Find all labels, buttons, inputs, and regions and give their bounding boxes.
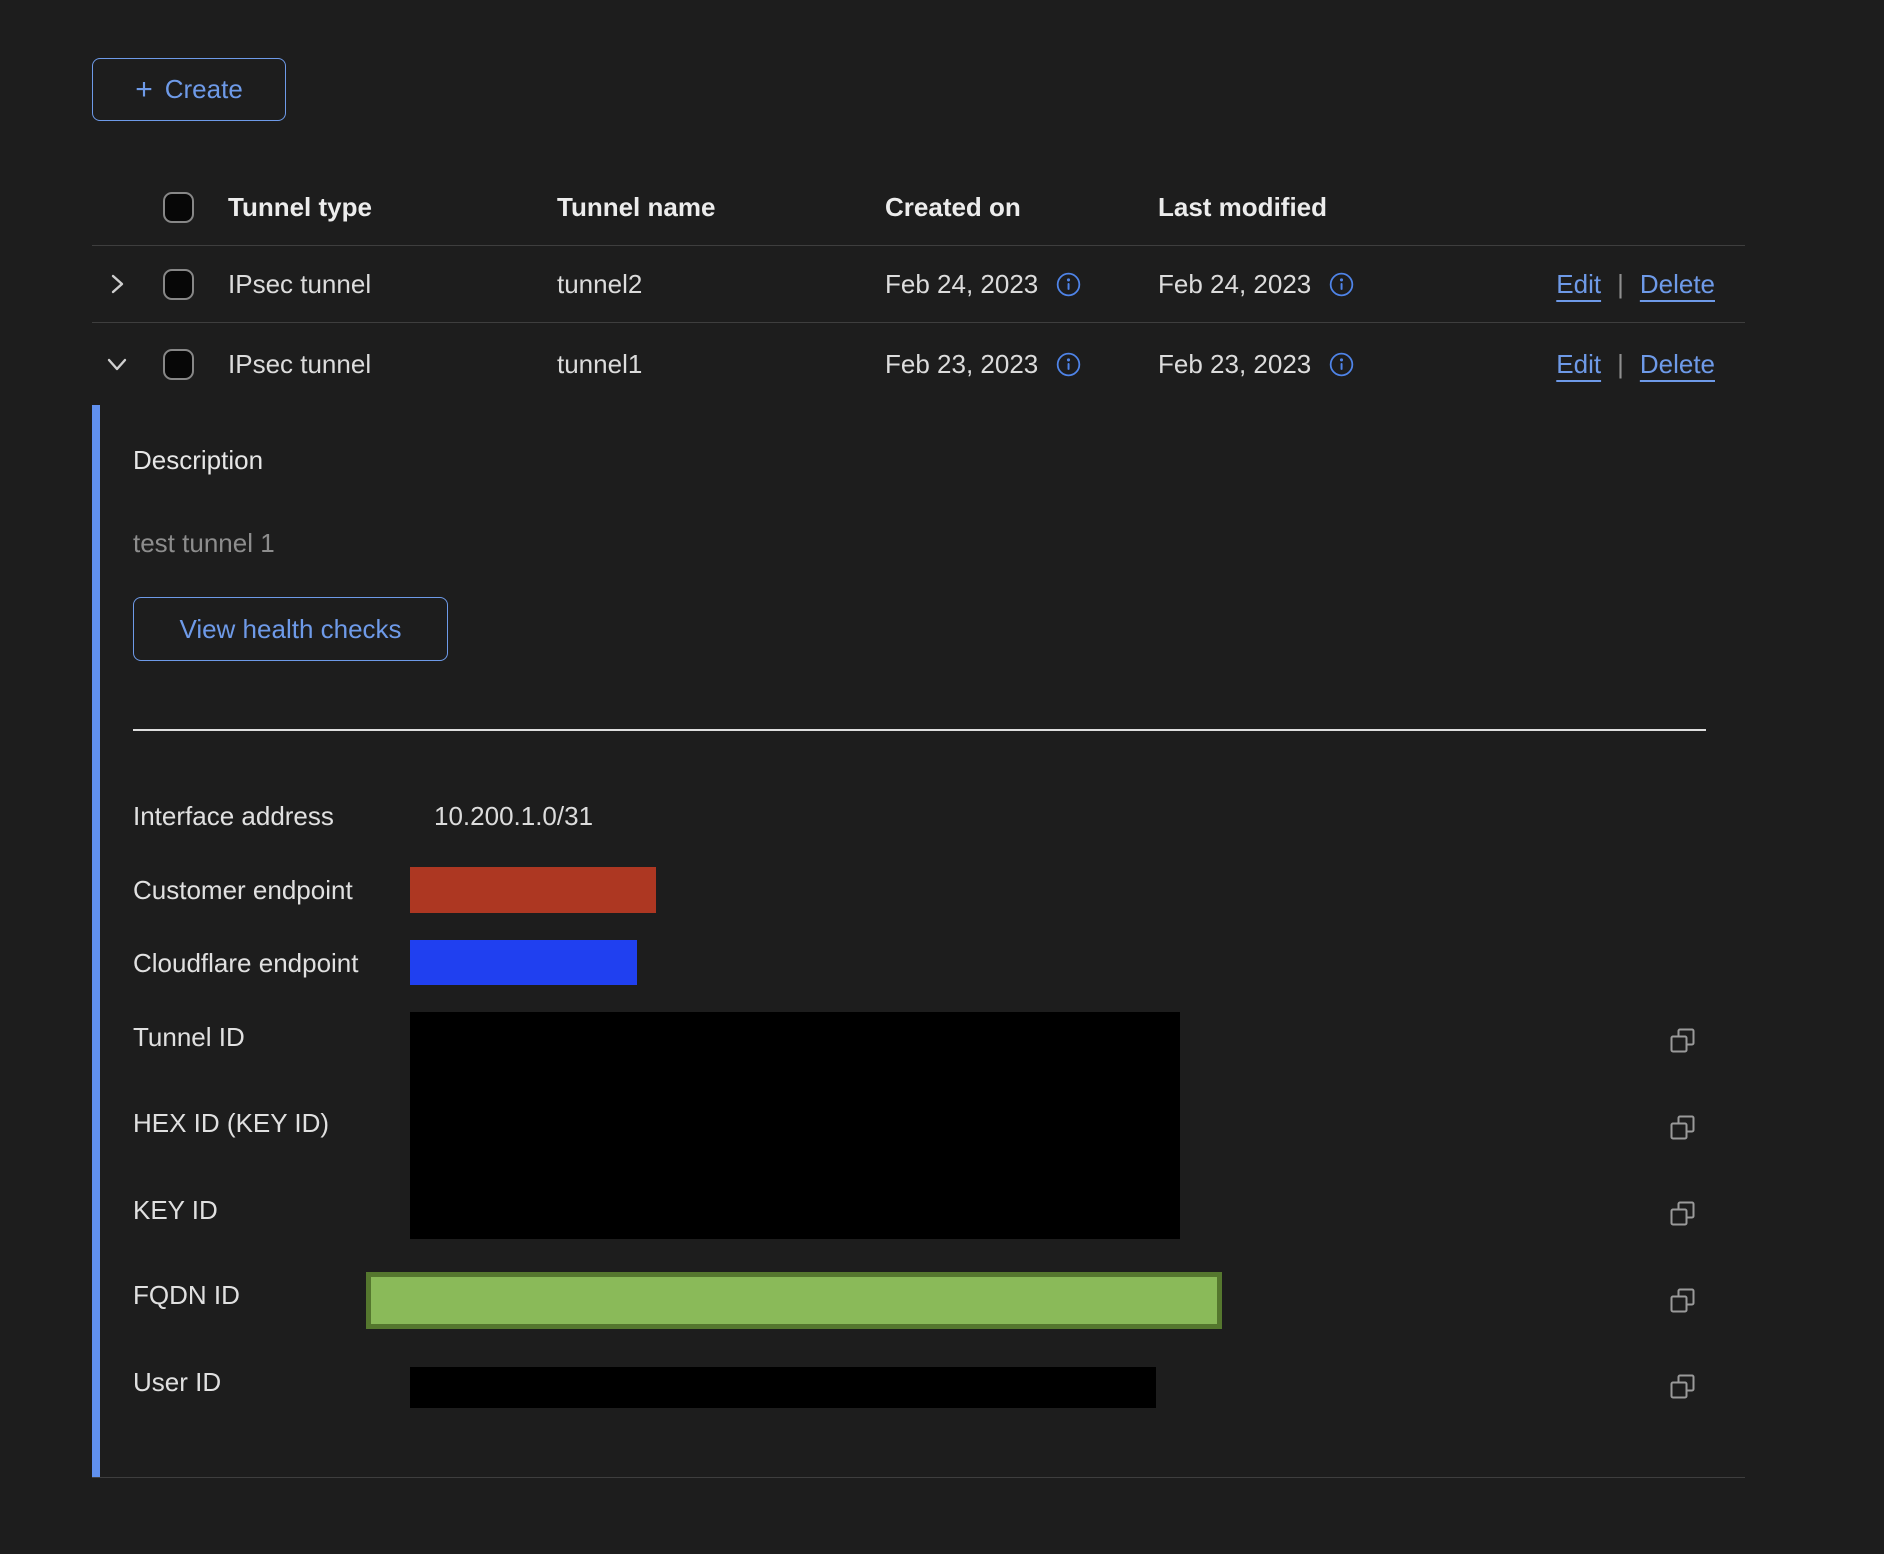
row1-modified-cell: Feb 24, 2023 [1158,269,1473,300]
tunnels-table: Tunnel type Tunnel name Created on Last … [92,170,1745,405]
info-icon[interactable] [1329,352,1354,377]
row2-modified-cell: Feb 23, 2023 [1158,349,1473,380]
table-row: IPsec tunnel tunnel2 Feb 24, 2023 Feb 24… [92,246,1745,323]
copy-icon[interactable] [1669,1114,1696,1141]
action-separator: | [1617,269,1624,300]
header-last-modified: Last modified [1158,192,1473,223]
info-icon[interactable] [1329,272,1354,297]
row1-tunnel-type: IPsec tunnel [228,269,557,300]
chevron-right-icon[interactable] [104,271,130,297]
table-header-row: Tunnel type Tunnel name Created on Last … [92,170,1745,246]
row1-checkbox-cell [163,269,228,300]
panel-bottom-divider [92,1477,1745,1478]
select-all-checkbox[interactable] [163,192,194,223]
row2-checkbox-cell [163,349,228,380]
row2-created-cell: Feb 23, 2023 [885,349,1158,380]
delete-link[interactable]: Delete [1640,349,1715,380]
row1-modified-date: Feb 24, 2023 [1158,269,1311,300]
ids-redaction-block [410,1012,1180,1239]
info-icon[interactable] [1056,352,1081,377]
header-tunnel-name: Tunnel name [557,192,885,223]
row1-created-cell: Feb 24, 2023 [885,269,1158,300]
row2-expander-cell [92,351,163,377]
field-value-interface-address: 10.200.1.0/31 [434,800,593,832]
field-label-customer-endpoint: Customer endpoint [133,874,353,906]
field-label-fqdn-id: FQDN ID [133,1279,240,1311]
chevron-down-icon[interactable] [104,351,130,377]
header-tunnel-type: Tunnel type [228,192,557,223]
field-label-key-id: KEY ID [133,1194,218,1226]
row1-actions-cell: Edit | Delete [1473,269,1745,300]
description-label: Description [133,444,263,476]
panel-divider [133,729,1706,731]
copy-icon[interactable] [1669,1373,1696,1400]
row1-expander-cell [92,271,163,297]
edit-link[interactable]: Edit [1556,349,1601,380]
info-icon[interactable] [1056,272,1081,297]
fqdn-id-redaction [366,1272,1222,1329]
description-value: test tunnel 1 [133,527,275,559]
row2-modified-date: Feb 23, 2023 [1158,349,1311,380]
view-health-checks-button[interactable]: View health checks [133,597,448,661]
copy-icon[interactable] [1669,1027,1696,1054]
delete-link[interactable]: Delete [1640,269,1715,300]
row2-created-date: Feb 23, 2023 [885,349,1038,380]
row2-checkbox[interactable] [163,349,194,380]
row1-created-date: Feb 24, 2023 [885,269,1038,300]
user-id-redaction [410,1367,1156,1408]
plus-icon: + [135,75,153,105]
row2-tunnel-name: tunnel1 [557,349,885,380]
copy-icon[interactable] [1669,1287,1696,1314]
expanded-panel-accent-bar [92,405,100,1477]
view-health-checks-label: View health checks [179,614,401,645]
row1-tunnel-name: tunnel2 [557,269,885,300]
copy-icon[interactable] [1669,1200,1696,1227]
field-label-cloudflare-endpoint: Cloudflare endpoint [133,947,359,979]
action-separator: | [1617,349,1624,380]
customer-endpoint-redaction [410,867,656,913]
field-label-user-id: User ID [133,1366,221,1398]
table-row: IPsec tunnel tunnel1 Feb 23, 2023 Feb 23… [92,323,1745,405]
create-button[interactable]: + Create [92,58,286,121]
field-label-interface-address: Interface address [133,800,334,832]
tunnels-page: { "colors": { "background": "#1d1d1d", "… [0,0,1884,1554]
edit-link[interactable]: Edit [1556,269,1601,300]
row2-actions-cell: Edit | Delete [1473,349,1745,380]
header-checkbox-cell [163,192,228,223]
row1-checkbox[interactable] [163,269,194,300]
field-label-tunnel-id: Tunnel ID [133,1021,245,1053]
create-button-label: Create [165,74,243,105]
field-label-hex-id: HEX ID (KEY ID) [133,1107,329,1139]
cloudflare-endpoint-redaction [410,940,637,985]
row2-tunnel-type: IPsec tunnel [228,349,557,380]
header-created-on: Created on [885,192,1158,223]
